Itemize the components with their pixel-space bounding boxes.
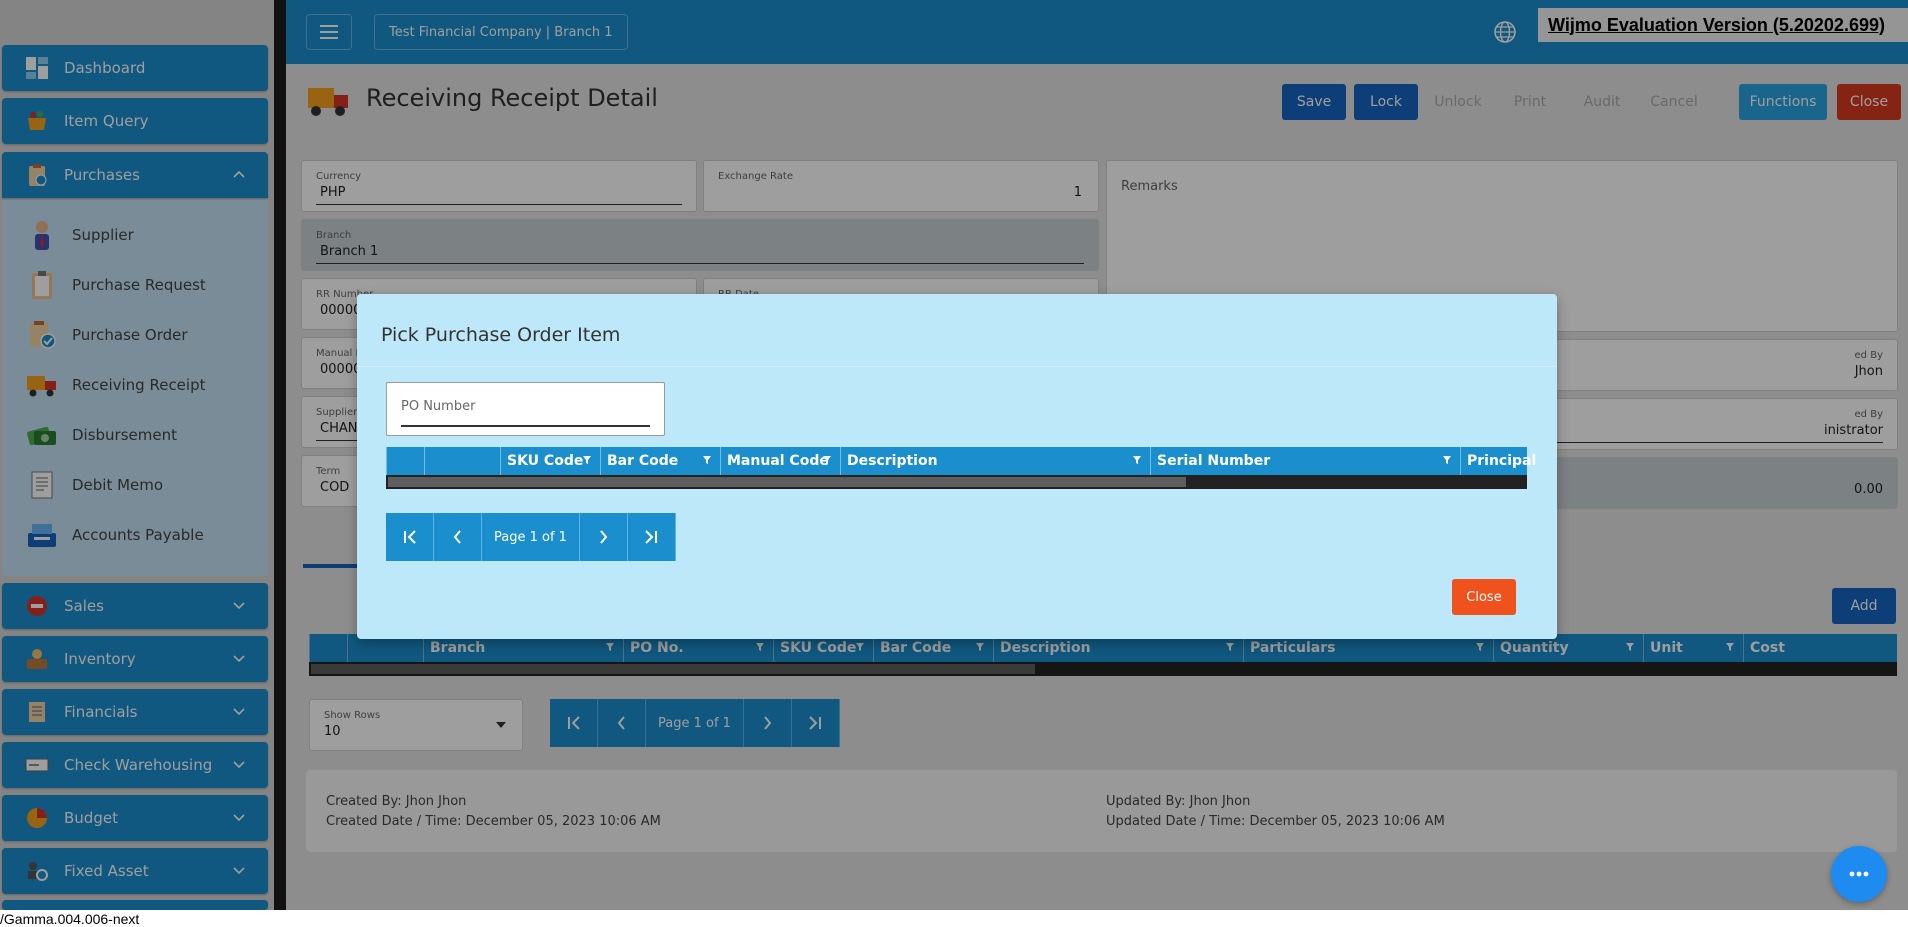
status-bar: /Gamma.004.006-next	[0, 910, 1908, 927]
column-principal[interactable]: Principal	[1460, 447, 1536, 475]
last-page-button[interactable]	[627, 513, 676, 561]
filter-icon[interactable]	[822, 455, 832, 465]
column-label: Principal	[1467, 453, 1537, 469]
page-info: Page 1 of 1	[482, 513, 580, 561]
prev-page-button[interactable]	[434, 513, 482, 561]
grid-row-header	[386, 447, 424, 475]
field-underline	[401, 425, 650, 427]
pick-po-item-modal: Pick Purchase Order Item SKU Code Bar Co…	[357, 294, 1557, 639]
last-page-icon	[645, 530, 658, 544]
first-page-icon	[403, 530, 416, 544]
filter-icon[interactable]	[1442, 455, 1452, 465]
column-sku-code[interactable]: SKU Code	[500, 447, 600, 475]
po-grid-header: SKU Code Bar Code Manual Code Descriptio…	[386, 447, 1536, 475]
scrollbar-thumb[interactable]	[388, 477, 1186, 487]
modal-title: Pick Purchase Order Item	[381, 324, 621, 346]
po-number-field[interactable]	[386, 382, 665, 436]
first-page-button[interactable]	[386, 513, 434, 561]
grid-select-column	[424, 447, 500, 475]
filter-icon[interactable]	[582, 455, 592, 465]
app-version: /Gamma.004.006-next	[0, 911, 140, 927]
filter-icon[interactable]	[1132, 455, 1142, 465]
column-description[interactable]: Description	[840, 447, 1150, 475]
chevron-left-icon	[453, 530, 461, 544]
column-manual-code[interactable]: Manual Code	[720, 447, 840, 475]
column-label: Bar Code	[607, 453, 679, 469]
filter-icon[interactable]	[702, 455, 712, 465]
po-number-input[interactable]	[401, 399, 649, 414]
column-label: Description	[847, 453, 938, 469]
chevron-right-icon	[600, 530, 608, 544]
po-grid-scrollbar[interactable]	[386, 475, 1527, 489]
modal-divider	[357, 366, 1557, 367]
modal-close-button[interactable]: Close	[1452, 579, 1516, 615]
column-label: Serial Number	[1157, 453, 1271, 469]
column-serial-number[interactable]: Serial Number	[1150, 447, 1460, 475]
po-pager: Page 1 of 1	[386, 513, 676, 561]
column-label: Manual Code	[727, 453, 829, 469]
column-label: SKU Code	[507, 453, 584, 469]
column-bar-code[interactable]: Bar Code	[600, 447, 720, 475]
more-dots-icon	[1849, 871, 1869, 877]
next-page-button[interactable]	[579, 513, 628, 561]
chat-fab-button[interactable]	[1831, 846, 1887, 902]
